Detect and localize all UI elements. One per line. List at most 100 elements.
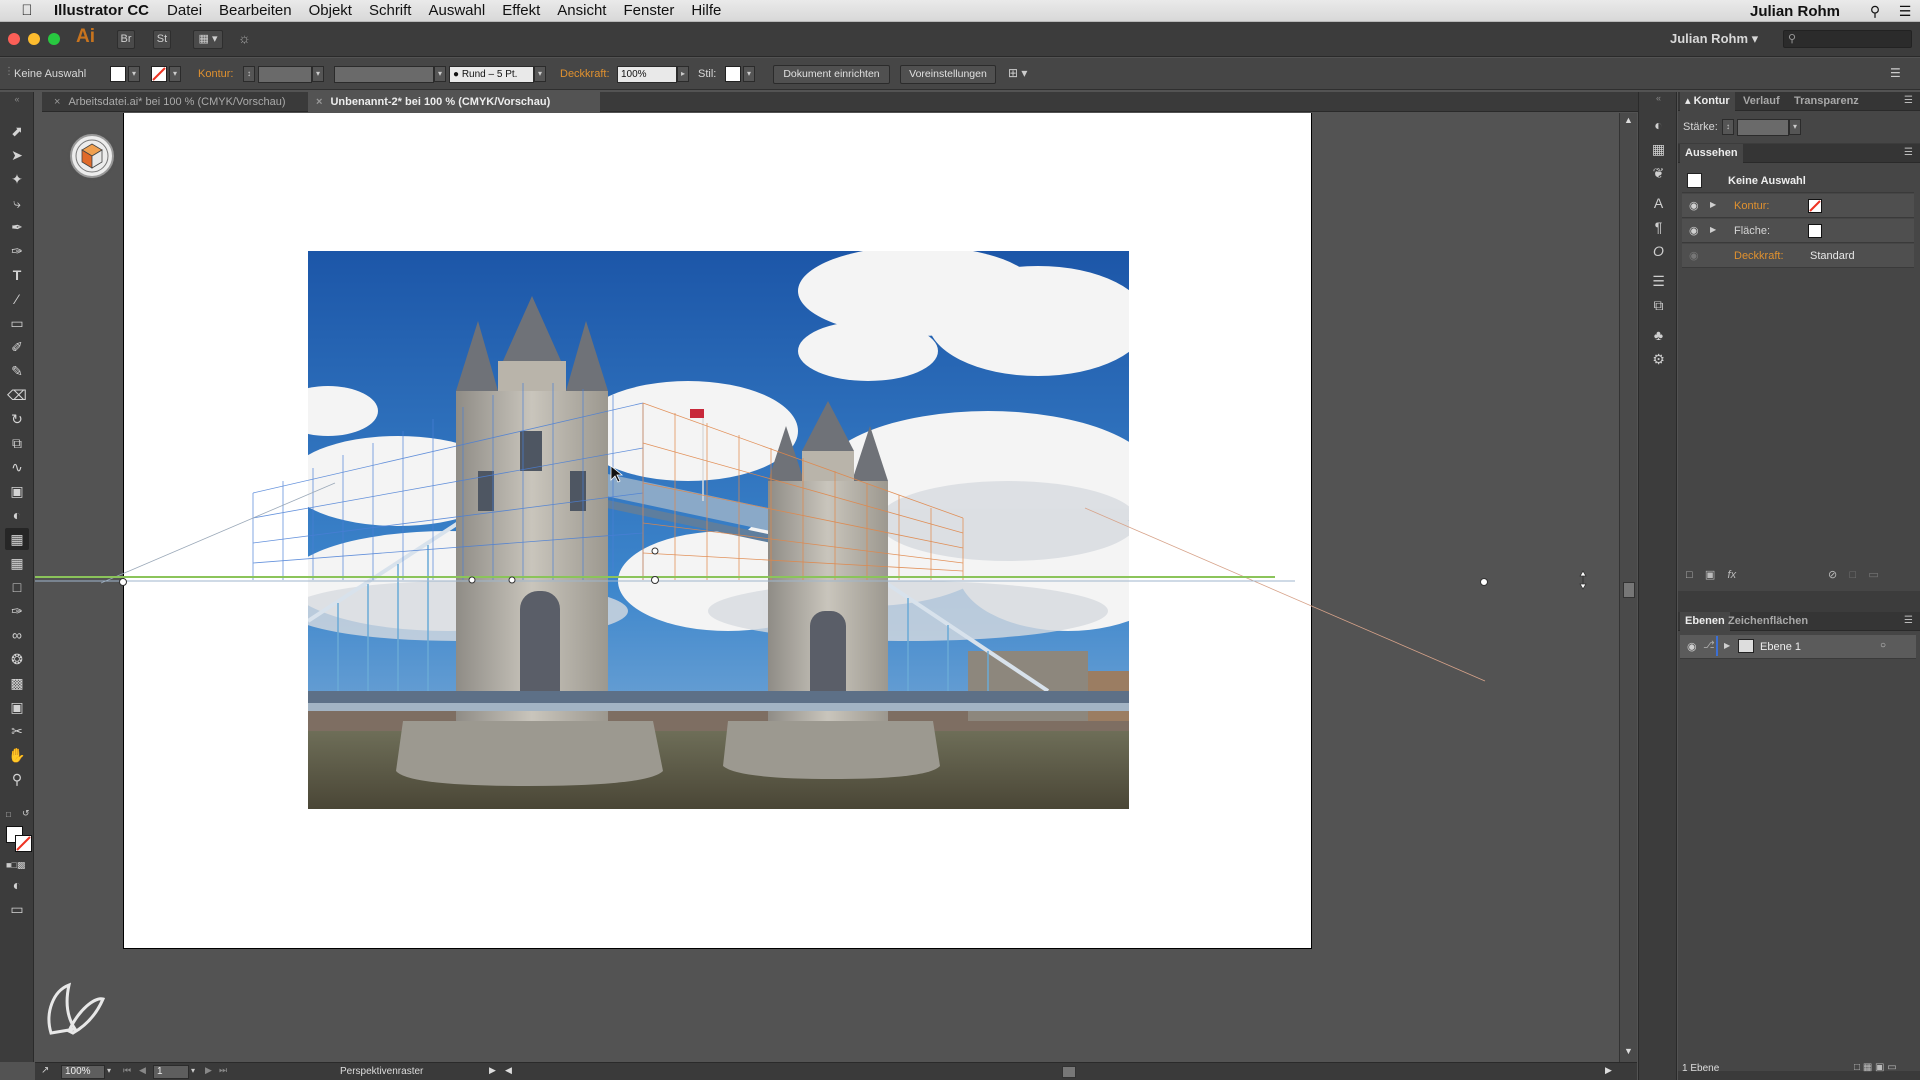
color-panel-icon[interactable]: ◐: [1647, 114, 1670, 136]
panel-menu-icon[interactable]: ☰: [1904, 95, 1913, 106]
menu-effekt[interactable]: Effekt: [502, 2, 540, 19]
window-minimize-button[interactable]: [28, 33, 40, 45]
next-artboard-icon[interactable]: ▶: [205, 1065, 212, 1076]
visibility-eye-icon[interactable]: ◉: [1689, 224, 1699, 237]
gpu-performance-icon[interactable]: ☼: [238, 30, 251, 46]
align-panel-icon[interactable]: ☰: [1647, 270, 1670, 292]
blend-tool-icon[interactable]: ∞: [5, 624, 29, 646]
first-artboard-icon[interactable]: ⏮: [123, 1065, 131, 1076]
opacity-label[interactable]: Deckkraft:: [560, 68, 610, 80]
menu-fenster[interactable]: Fenster: [623, 2, 674, 19]
brushes-panel-icon[interactable]: ❦: [1647, 162, 1670, 184]
gradient-tool-icon[interactable]: □: [5, 576, 29, 598]
opacity-field[interactable]: 100%: [617, 66, 677, 83]
scroll-up-arrow-icon[interactable]: ▲: [1624, 115, 1633, 125]
current-tool-status[interactable]: Perspektivenraster: [340, 1066, 423, 1077]
swatches-panel-icon[interactable]: ▦: [1647, 138, 1670, 160]
layer-target-icon[interactable]: ○: [1880, 640, 1886, 651]
artboard-tool-icon[interactable]: ▣: [5, 696, 29, 718]
zoom-dropdown-icon[interactable]: ▾: [107, 1066, 111, 1075]
visibility-eye-icon[interactable]: ◉: [1687, 640, 1697, 653]
preferences-button[interactable]: Voreinstellungen: [900, 65, 996, 84]
left-vanishing-point-handle[interactable]: [119, 578, 127, 586]
graphic-style-swatch[interactable]: [725, 66, 741, 82]
type-tool-icon[interactable]: T: [5, 264, 29, 286]
close-tab-icon[interactable]: ×: [316, 96, 322, 108]
stroke-swatch[interactable]: [151, 66, 167, 82]
direct-selection-tool-icon[interactable]: ➤: [5, 144, 29, 166]
width-tool-icon[interactable]: ∿: [5, 456, 29, 478]
menubar-user[interactable]: Julian Rohm: [1750, 3, 1840, 20]
align-options-icon[interactable]: ⊞ ▾: [1008, 66, 1027, 80]
curvature-tool-icon[interactable]: ✑: [5, 240, 29, 262]
spotlight-search-icon[interactable]: ⚲: [1860, 3, 1890, 20]
visibility-eye-icon[interactable]: ◉: [1689, 249, 1699, 262]
clear-appearance-icon[interactable]: ⊘: [1828, 569, 1837, 581]
brush-dropdown[interactable]: ▾: [534, 66, 546, 82]
artboard-number-field[interactable]: 1: [153, 1065, 189, 1079]
kontur-swatch[interactable]: [1808, 199, 1822, 213]
tab-unbenannt-2[interactable]: × Unbenannt-2* bei 100 % (CMYK/Vorschau): [308, 92, 600, 112]
eyedropper-tool-icon[interactable]: ✑: [5, 600, 29, 622]
perspective-grid-overlay[interactable]: [35, 113, 1637, 1062]
panel-menu-icon[interactable]: ☰: [1904, 147, 1913, 158]
tab-kontur[interactable]: ▴ Kontur: [1680, 92, 1735, 111]
eraser-tool-icon[interactable]: ⌫: [5, 384, 29, 406]
window-close-button[interactable]: [8, 33, 20, 45]
swap-colors-icon[interactable]: ↺: [22, 808, 30, 819]
deckkraft-label[interactable]: Deckkraft:: [1734, 250, 1784, 262]
line-tool-icon[interactable]: ⁄: [5, 288, 29, 310]
menu-datei[interactable]: Datei: [167, 2, 202, 19]
free-transform-tool-icon[interactable]: ▣: [5, 480, 29, 502]
add-effect-icon[interactable]: fx: [1728, 569, 1737, 581]
stroke-label[interactable]: Kontur:: [198, 68, 233, 80]
new-fill-icon[interactable]: ▣: [1705, 569, 1715, 581]
help-search-input[interactable]: ⚲: [1783, 30, 1912, 48]
duplicate-item-icon[interactable]: □: [1849, 569, 1856, 581]
column-graph-tool-icon[interactable]: ▩: [5, 672, 29, 694]
stroke-weight-stepper[interactable]: ↕: [243, 66, 255, 82]
scale-tool-icon[interactable]: ⧉: [5, 432, 29, 454]
canvas-area[interactable]: [35, 113, 1637, 1062]
panel-stroke-weight-field[interactable]: [1737, 119, 1789, 136]
stroke-color-box[interactable]: [15, 835, 32, 852]
visibility-eye-icon[interactable]: ◉: [1689, 199, 1699, 212]
mesh-tool-icon[interactable]: ▦: [5, 552, 29, 574]
window-zoom-button[interactable]: [48, 33, 60, 45]
variable-width-dropdown[interactable]: ▾: [434, 66, 446, 82]
tab-aussehen[interactable]: Aussehen: [1680, 144, 1743, 163]
slice-tool-icon[interactable]: ✂: [5, 720, 29, 742]
control-bar-menu-icon[interactable]: ☰: [1890, 66, 1901, 80]
layer-row[interactable]: ◉ ⎇ ▶ Ebene 1 ○: [1680, 635, 1916, 659]
shape-builder-tool-icon[interactable]: ◐: [5, 504, 29, 526]
toolbar-collapse-icon[interactable]: «: [5, 94, 29, 104]
menu-ansicht[interactable]: Ansicht: [557, 2, 606, 19]
left-grid-extent-handle[interactable]: [468, 576, 476, 584]
variable-width-field[interactable]: [334, 66, 434, 83]
expand-triangle-icon[interactable]: ▶: [1710, 200, 1716, 209]
stroke-dropdown[interactable]: ▾: [169, 66, 181, 82]
vertical-grid-extent-handle[interactable]: [651, 547, 659, 555]
expand-triangle-icon[interactable]: ▶: [1710, 225, 1716, 234]
brush-definition-field[interactable]: ● Rund – 5 Pt.: [449, 66, 534, 83]
last-artboard-icon[interactable]: ⏭: [219, 1065, 227, 1076]
menu-bearbeiten[interactable]: Bearbeiten: [219, 2, 292, 19]
stroke-weight-field[interactable]: [258, 66, 312, 83]
perspective-grid-tool-icon[interactable]: ▦: [5, 528, 29, 550]
zoom-tool-icon[interactable]: ⚲: [5, 768, 29, 790]
new-stroke-icon[interactable]: □: [1686, 569, 1693, 581]
delete-item-icon[interactable]: ▭: [1868, 569, 1878, 581]
lock-icon[interactable]: ⎇: [1703, 640, 1715, 651]
notification-list-icon[interactable]: ☰: [1890, 3, 1920, 20]
appearance-row-kontur[interactable]: ◉ ▶ Kontur:: [1682, 194, 1914, 218]
opacity-slider-button[interactable]: ▸: [677, 66, 689, 82]
share-icon[interactable]: ↗: [41, 1065, 49, 1076]
appearance-row-flaeche[interactable]: ◉ ▶ Fläche:: [1682, 219, 1914, 243]
right-vanishing-point-handle[interactable]: [1480, 578, 1488, 586]
flaeche-swatch[interactable]: [1808, 224, 1822, 238]
screen-mode-icon[interactable]: ▭: [5, 898, 29, 920]
menu-hilfe[interactable]: Hilfe: [691, 2, 721, 19]
color-mode-icons[interactable]: ■□▩: [6, 860, 25, 871]
layer-name[interactable]: Ebene 1: [1760, 641, 1801, 653]
expand-panels-icon[interactable]: «: [1647, 92, 1670, 104]
